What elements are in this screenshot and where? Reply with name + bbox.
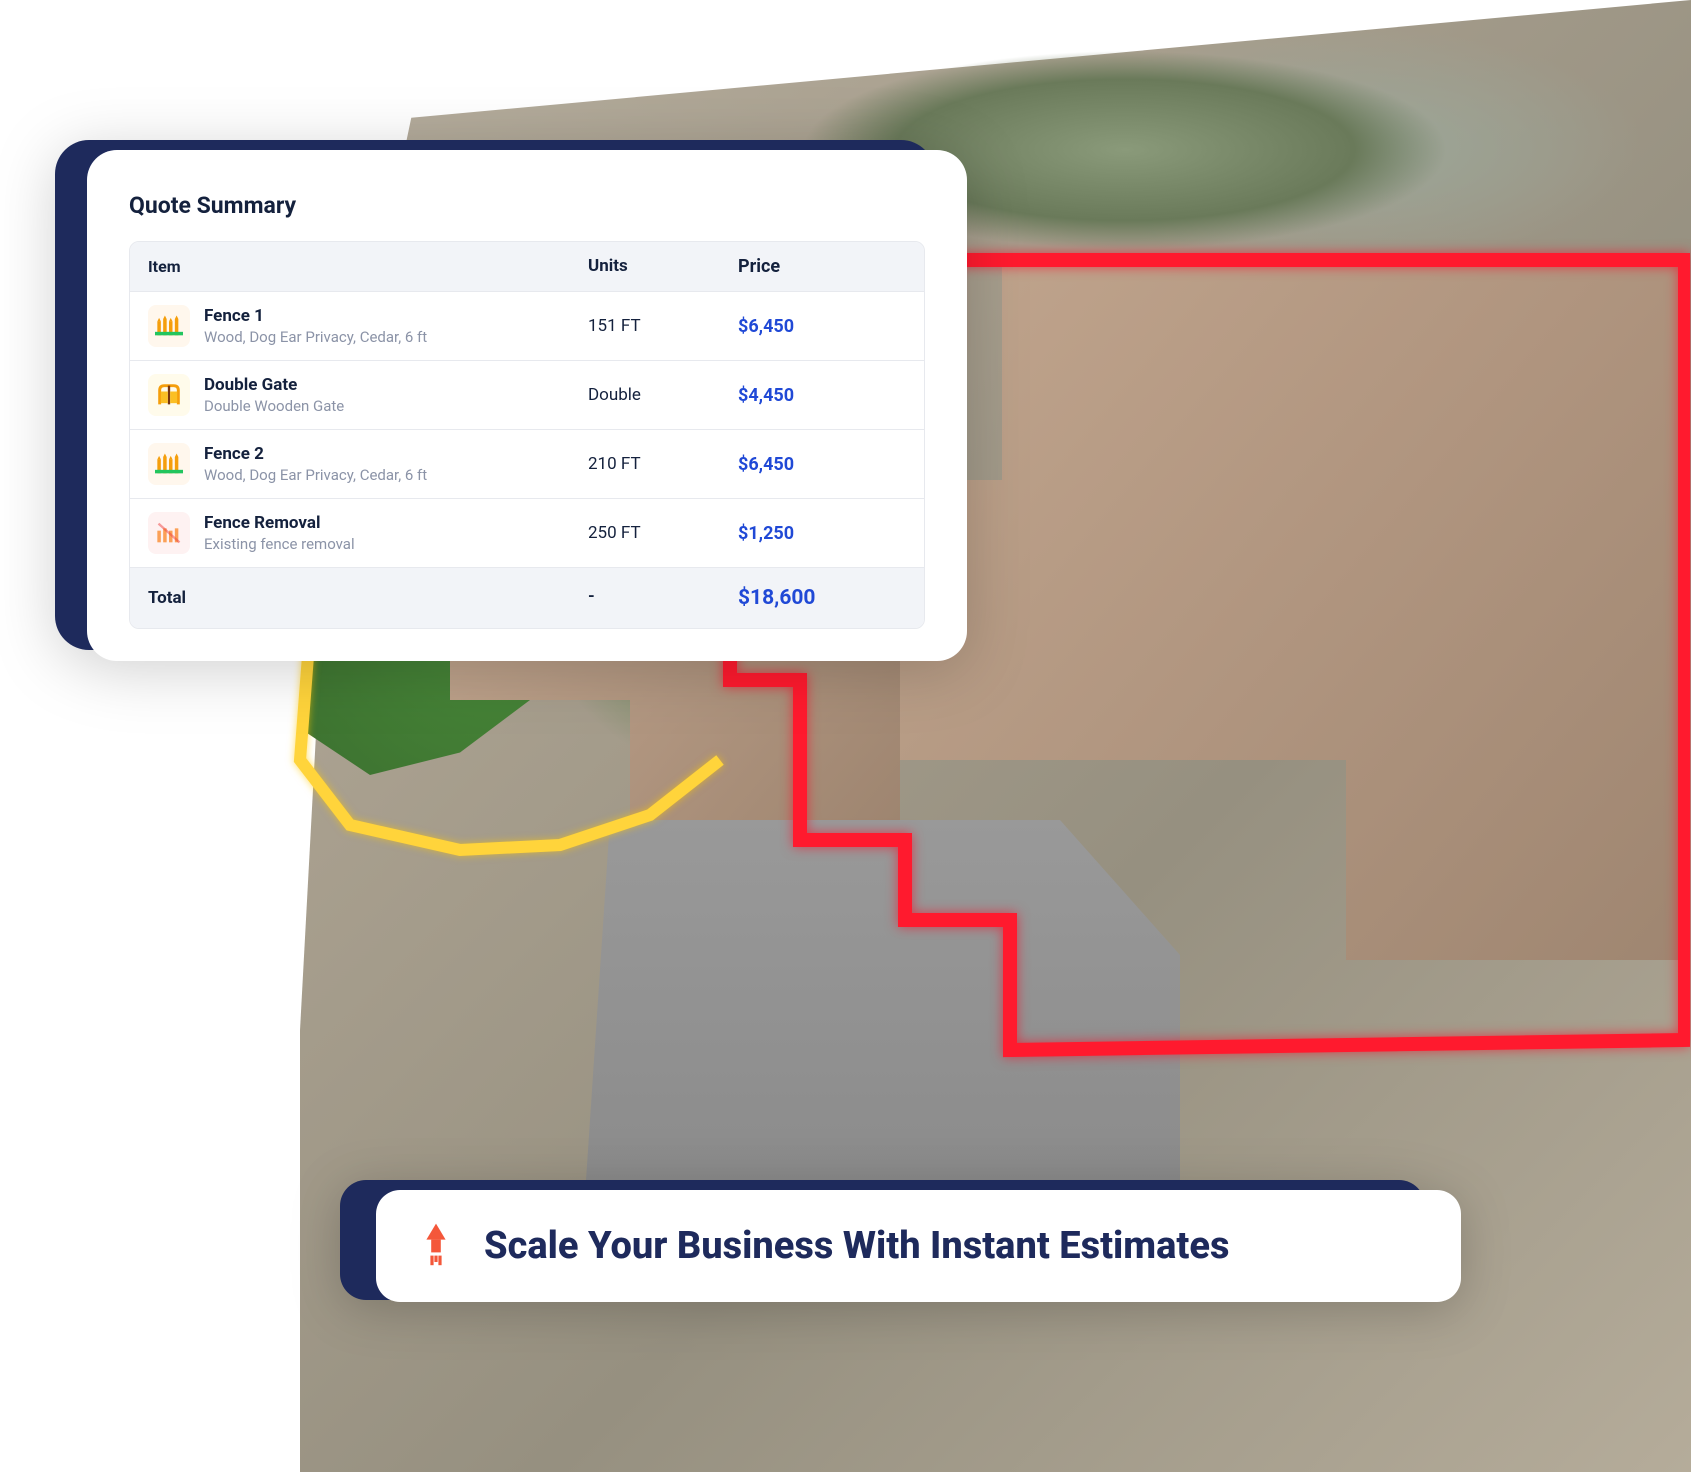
cta-banner: Scale Your Business With Instant Estimat… [340,1180,1460,1302]
item-name: Fence Removal [204,513,355,533]
total-units: - [588,586,738,610]
quote-summary-panel: Quote Summary Item Units Price Fence 1 W… [87,150,967,661]
item-price: $6,450 [738,316,906,337]
item-price: $6,450 [738,454,906,475]
item-name: Fence 2 [204,444,427,464]
header-units: Units [588,256,738,277]
header-item: Item [148,256,588,277]
fence-icon [148,305,190,347]
quote-summary-title: Quote Summary [129,192,925,219]
item-name: Double Gate [204,375,344,395]
item-desc: Existing fence removal [204,535,355,553]
item-name: Fence 1 [204,306,427,326]
item-units: 210 FT [588,454,738,474]
gate-icon [148,374,190,416]
table-row[interactable]: Fence 1 Wood, Dog Ear Privacy, Cedar, 6 … [130,291,924,360]
table-row[interactable]: Fence 2 Wood, Dog Ear Privacy, Cedar, 6 … [130,429,924,498]
table-row[interactable]: Double Gate Double Wooden Gate Double $4… [130,360,924,429]
cta-panel[interactable]: Scale Your Business With Instant Estimat… [376,1190,1461,1302]
removal-icon [148,512,190,554]
quote-table-header: Item Units Price [130,242,924,291]
total-price: $18,600 [738,586,906,610]
quote-table: Item Units Price Fence 1 Wood, Dog Ear P… [129,241,925,629]
item-price: $4,450 [738,385,906,406]
total-row: Total - $18,600 [130,567,924,628]
item-price: $1,250 [738,523,906,544]
fence-icon [148,443,190,485]
item-desc: Double Wooden Gate [204,397,344,415]
total-label: Total [148,586,588,610]
quote-summary-card: Quote Summary Item Units Price Fence 1 W… [55,140,965,661]
item-units: Double [588,385,738,405]
cta-text: Scale Your Business With Instant Estimat… [484,1224,1229,1268]
header-price: Price [738,256,906,277]
rocket-up-icon [416,1222,456,1270]
item-units: 250 FT [588,523,738,543]
table-row[interactable]: Fence Removal Existing fence removal 250… [130,498,924,567]
item-units: 151 FT [588,316,738,336]
item-desc: Wood, Dog Ear Privacy, Cedar, 6 ft [204,328,427,346]
item-desc: Wood, Dog Ear Privacy, Cedar, 6 ft [204,466,427,484]
